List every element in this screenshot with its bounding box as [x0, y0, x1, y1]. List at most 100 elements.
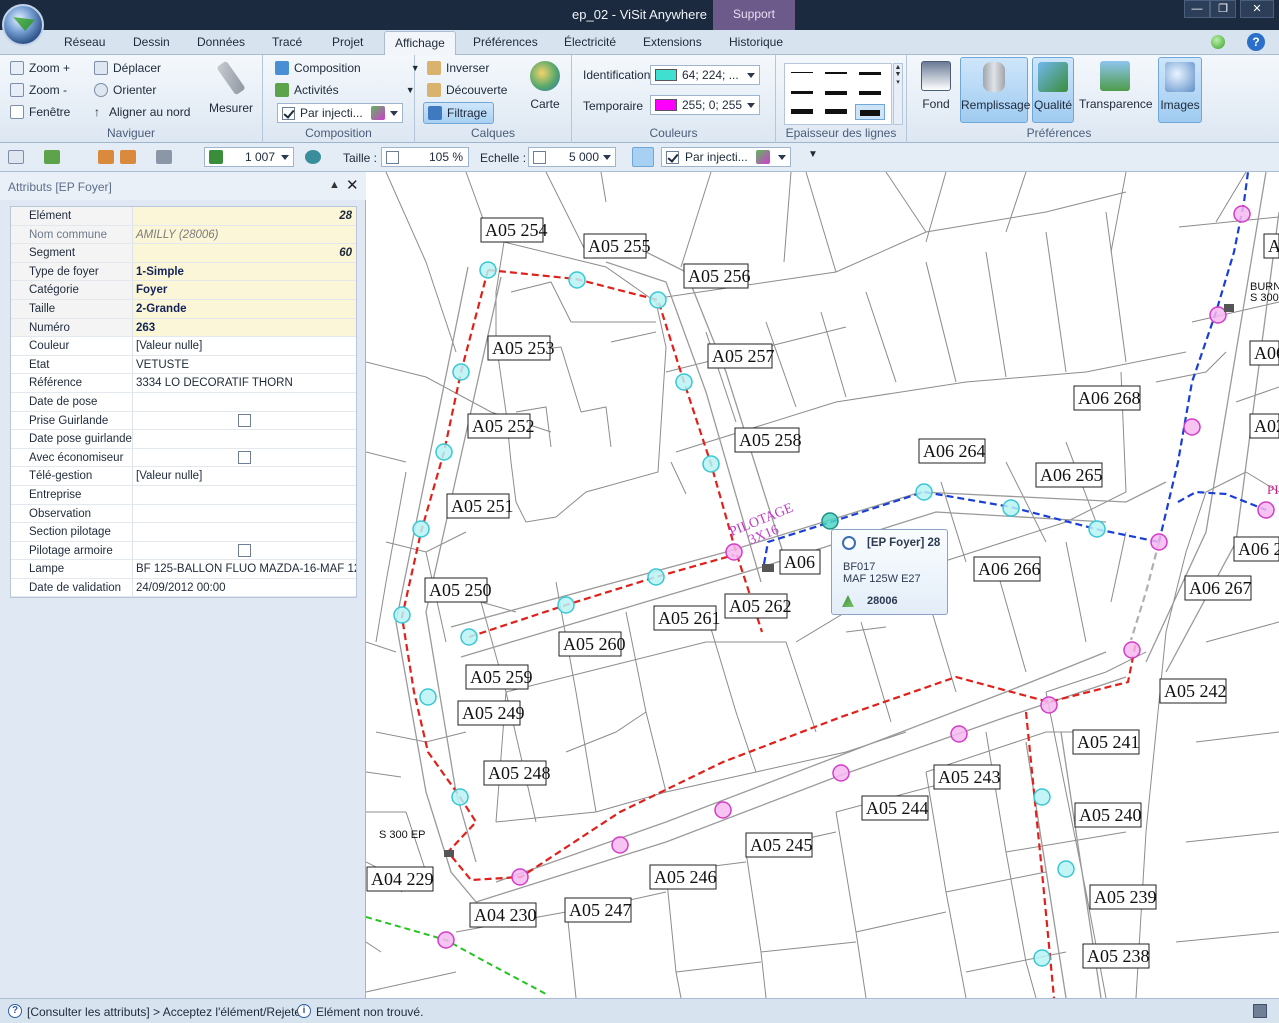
node-label[interactable]: A05 239: [1089, 884, 1157, 910]
node-label[interactable]: A05 254: [480, 217, 548, 243]
composition-dropdown[interactable]: Composition ▼: [275, 61, 420, 75]
attribute-row[interactable]: Lampe BF 125-BALLON FLUO MAZDA-16-MAF 125…: [11, 560, 356, 579]
node-label[interactable]: A04 229: [366, 866, 434, 892]
globe-icon[interactable]: [305, 150, 321, 164]
node-label[interactable]: A05 253: [487, 335, 555, 361]
line-width-3[interactable]: [859, 72, 881, 75]
lamp-node[interactable]: [435, 443, 453, 461]
cabinet-right-icon[interactable]: [1224, 304, 1234, 312]
node-label[interactable]: A06 266: [973, 556, 1041, 582]
node-label[interactable]: A: [1263, 233, 1279, 259]
injection-checkbox[interactable]: [282, 106, 295, 120]
attribute-row[interactable]: Avec économiseur: [11, 448, 356, 468]
attribute-row[interactable]: Télé-gestion [Valeur nulle]: [11, 467, 356, 486]
node-label[interactable]: A05 259: [465, 664, 533, 690]
line-width-7[interactable]: [791, 109, 813, 114]
images-button[interactable]: Images: [1158, 57, 1202, 123]
pan-button[interactable]: Déplacer: [94, 61, 161, 75]
node-label[interactable]: A05 256: [683, 263, 751, 289]
connection-status-icon[interactable]: [1211, 35, 1225, 49]
zoom-in-button[interactable]: Zoom +: [10, 61, 70, 75]
cabinet-left-icon[interactable]: [444, 850, 454, 857]
help-icon[interactable]: ?: [1247, 33, 1265, 51]
attribute-row[interactable]: Taille 2-Grande: [11, 299, 356, 319]
tab-dessin[interactable]: Dessin: [133, 35, 170, 49]
attribute-row[interactable]: Date pose guirlande: [11, 430, 356, 449]
rotate-button[interactable]: Orienter: [94, 83, 156, 97]
lamp-node[interactable]: [1183, 418, 1201, 436]
attribute-row[interactable]: Elément 28: [11, 207, 356, 226]
lamp-node[interactable]: [675, 373, 693, 391]
cabinet-center-icon[interactable]: [762, 564, 774, 572]
align-north-button[interactable]: ↑ Aligner au nord: [94, 105, 190, 119]
node-label[interactable]: A05 261: [653, 605, 721, 631]
node-label[interactable]: A05 255: [583, 233, 651, 259]
minimize-button[interactable]: —: [1184, 0, 1210, 18]
avec-economiseur-checkbox[interactable]: [238, 451, 251, 465]
node-label[interactable]: A06 265: [1035, 462, 1103, 488]
attribute-row[interactable]: Date de validation 24/09/2012 00:00: [11, 578, 356, 598]
tab-historique[interactable]: Historique: [729, 35, 783, 49]
node-label[interactable]: A06 267: [1184, 575, 1252, 601]
zoom-level-combo[interactable]: 1 007: [204, 147, 294, 167]
search-map-icon[interactable]: [632, 147, 654, 167]
lamp-node[interactable]: [832, 764, 850, 782]
node-label[interactable]: A05 257: [707, 343, 775, 369]
tab-preferences[interactable]: Préférences: [473, 35, 538, 49]
lamp-node[interactable]: [1257, 501, 1275, 519]
scale-checkbox[interactable]: [533, 150, 546, 164]
prise-guirlande-checkbox[interactable]: [238, 413, 251, 427]
node-label[interactable]: A05 249: [457, 700, 525, 726]
lamp-node[interactable]: [437, 931, 455, 949]
lamp-node[interactable]: [647, 568, 665, 586]
map-drawing[interactable]: A05 254 A05 255 A05 256 A05 253 A05 257 A05 2…: [366, 172, 1279, 998]
node-label[interactable]: A06 264: [918, 438, 986, 464]
lamp-node[interactable]: [1057, 860, 1075, 878]
lamp-node[interactable]: [1088, 520, 1106, 538]
select-tool-icon[interactable]: [8, 150, 24, 164]
close-icon[interactable]: ✕: [346, 176, 359, 194]
lamp-node[interactable]: [412, 520, 430, 538]
line-width-4[interactable]: [791, 91, 813, 94]
lamp-node[interactable]: [393, 606, 411, 624]
lamp-node[interactable]: [702, 455, 720, 473]
cable-green[interactable]: [366, 916, 547, 995]
filter-button[interactable]: Filtrage: [423, 102, 495, 124]
attribute-row[interactable]: Observation: [11, 504, 356, 524]
node-label[interactable]: A05 260: [558, 631, 626, 657]
edit-tool-2-icon[interactable]: [120, 150, 136, 164]
zoom-out-button[interactable]: Zoom -: [10, 83, 67, 97]
attribute-row[interactable]: Référence 3334 LO DECORATIF THORN: [11, 374, 356, 393]
help-status-icon[interactable]: ?: [8, 1004, 22, 1018]
lamp-node[interactable]: [1123, 641, 1141, 659]
node-label[interactable]: A05 240: [1074, 802, 1142, 828]
line-width-8[interactable]: [825, 109, 847, 114]
activites-dropdown[interactable]: Activités ▼: [275, 83, 415, 97]
temporaire-color-combo[interactable]: 255; 0; 255: [650, 95, 760, 115]
line-width-6[interactable]: [859, 91, 881, 95]
attribute-row[interactable]: Catégorie Foyer: [11, 281, 356, 300]
map-labels[interactable]: A05 254 A05 255 A05 256 A05 253 A05 257 A05 2…: [366, 217, 1279, 969]
lamp-node[interactable]: [649, 291, 667, 309]
lamp-node[interactable]: [950, 725, 968, 743]
lamp-node[interactable]: [419, 688, 437, 706]
toolbar-injection-combo[interactable]: Par injecti...: [661, 147, 791, 167]
node-label[interactable]: A05 241: [1072, 729, 1140, 755]
node-label[interactable]: A06 268: [1073, 385, 1141, 411]
line-width-9-selected[interactable]: [855, 104, 885, 120]
lamp-node[interactable]: [1040, 696, 1058, 714]
tab-trace[interactable]: Tracé: [272, 35, 302, 49]
fill-button[interactable]: Remplissage: [960, 57, 1030, 123]
lamp-node[interactable]: [1033, 788, 1051, 806]
identification-color-combo[interactable]: 64; 224; ...: [650, 65, 760, 85]
attribute-row[interactable]: Section pilotage: [11, 523, 356, 542]
attribute-row[interactable]: Nom commune AMILLY (28006): [11, 225, 356, 245]
map-canvas[interactable]: A05 254 A05 255 A05 256 A05 253 A05 257 A05 2…: [366, 172, 1279, 998]
node-label[interactable]: A05 238: [1082, 943, 1150, 969]
pin-icon[interactable]: ▲: [329, 179, 340, 191]
lamp-node[interactable]: [1209, 306, 1227, 324]
gallery-scroll[interactable]: ▲ ▼ ▾: [893, 63, 903, 125]
node-label[interactable]: A05 245: [745, 832, 813, 858]
lamp-node[interactable]: [725, 543, 743, 561]
attribute-row[interactable]: Pilotage armoire: [11, 541, 356, 561]
